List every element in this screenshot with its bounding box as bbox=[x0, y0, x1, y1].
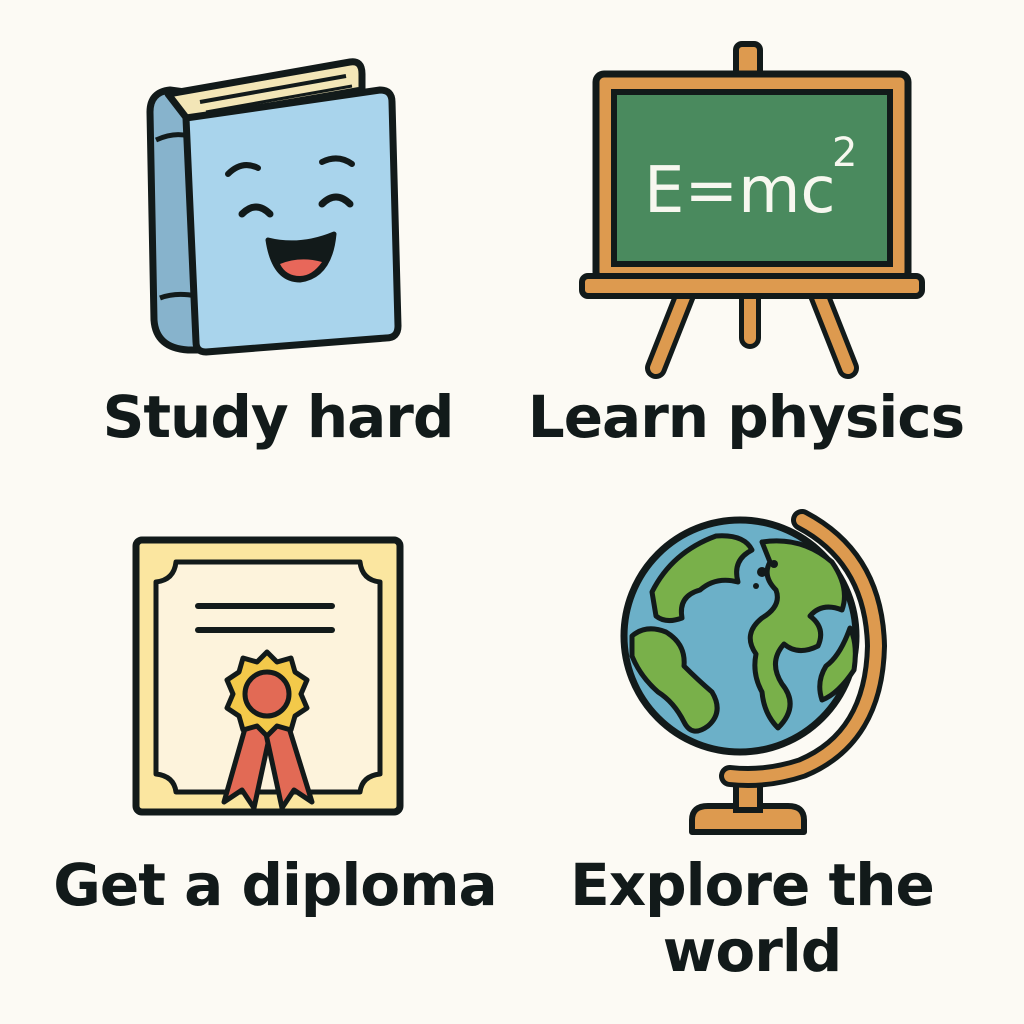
chalkboard-easel-icon: E=mc 2 bbox=[579, 41, 925, 379]
board-formula-exponent: 2 bbox=[832, 130, 857, 176]
tile-study-hard: Study hard bbox=[0, 0, 512, 480]
desk-globe-icon bbox=[620, 509, 888, 835]
smiling-book-icon bbox=[146, 58, 402, 356]
caption-study-hard: Study hard bbox=[102, 383, 455, 451]
tile-get-a-diploma: Get a diploma bbox=[0, 500, 512, 1024]
caption-get-a-diploma: Get a diploma bbox=[53, 851, 497, 919]
caption-learn-physics: Learn physics bbox=[527, 383, 965, 451]
diploma-certificate-icon bbox=[132, 536, 404, 816]
board-formula-text: E=mc bbox=[644, 154, 836, 228]
caption-explore-the-world: Explore the world bbox=[570, 851, 935, 985]
tile-explore-the-world: Explore the world bbox=[512, 500, 1024, 1024]
tile-learn-physics: E=mc 2 Learn physics bbox=[512, 0, 1024, 480]
